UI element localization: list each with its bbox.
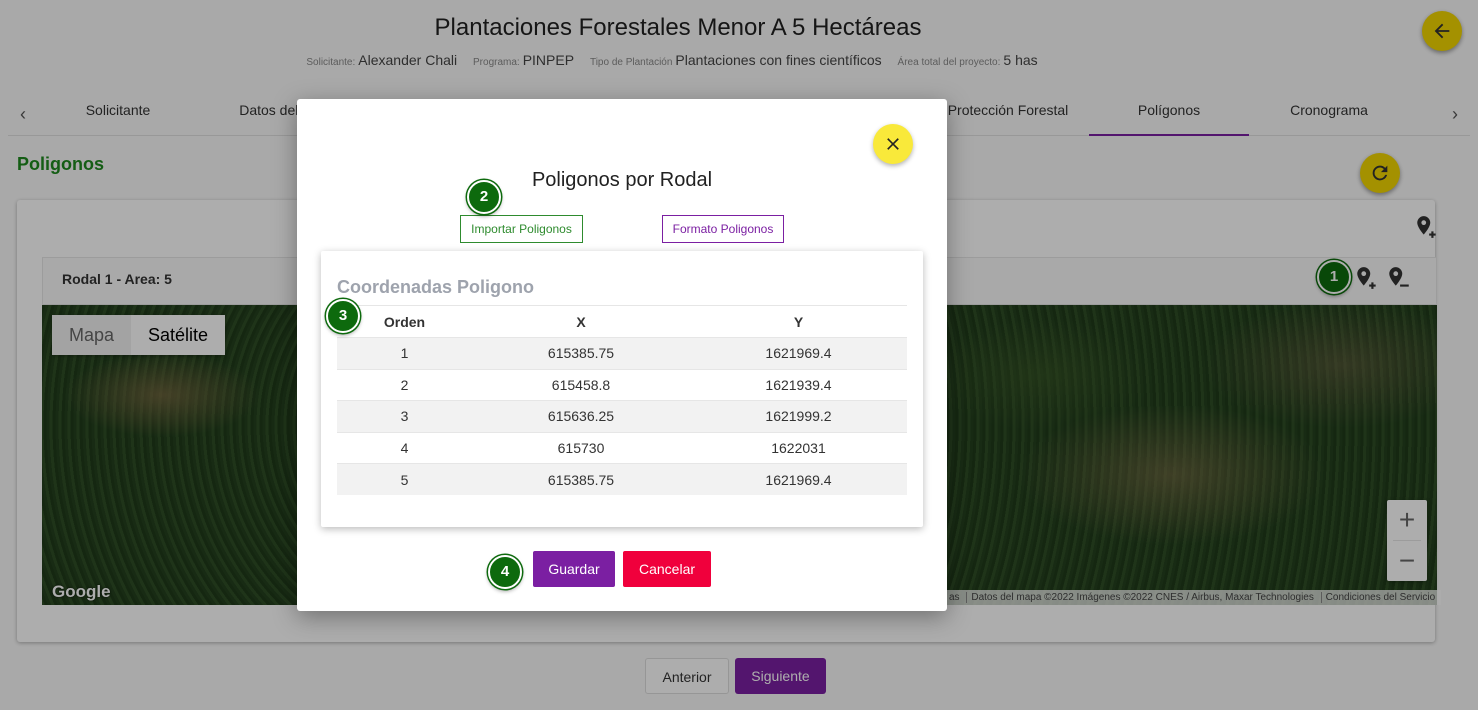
cell-x: 615730	[472, 431, 690, 464]
step-badge-2: 2	[467, 180, 501, 214]
cancel-button[interactable]: Cancelar	[623, 551, 711, 587]
cell-x: 615636.25	[472, 400, 690, 432]
cell-x: 615458.8	[472, 368, 690, 401]
cell-orden: 3	[337, 400, 472, 432]
close-icon	[887, 138, 899, 150]
cell-y: 1621939.4	[690, 368, 907, 401]
close-button[interactable]	[873, 124, 913, 164]
cell-x: 615385.75	[472, 337, 690, 369]
table-row: 4 615730 1622031	[337, 431, 907, 464]
coordinates-card: Coordenadas Poligono Orden X Y 1 615385.…	[321, 251, 923, 527]
cell-y: 1621969.4	[690, 463, 907, 495]
import-polygons-button[interactable]: Importar Poligonos	[460, 215, 583, 243]
cell-x: 615385.75	[472, 463, 690, 495]
cell-orden: 2	[337, 368, 472, 401]
step-badge-4: 4	[488, 555, 522, 589]
column-header-x: X	[472, 305, 690, 338]
polygon-format-button[interactable]: Formato Poligonos	[662, 215, 784, 243]
cell-y: 1622031	[690, 431, 907, 464]
step-badge-3: 3	[326, 299, 360, 333]
coordinates-title: Coordenadas Poligono	[337, 277, 535, 297]
save-button[interactable]: Guardar	[533, 551, 615, 587]
table-header-row: Orden X Y	[337, 305, 907, 338]
table-row: 2 615458.8 1621939.4	[337, 368, 907, 401]
column-header-y: Y	[690, 305, 907, 338]
cell-y: 1621999.2	[690, 400, 907, 432]
polygons-modal: Poligonos por Rodal Importar Poligonos F…	[297, 99, 947, 611]
cell-orden: 5	[337, 463, 472, 495]
table-row: 3 615636.25 1621999.2	[337, 400, 907, 432]
table-row: 5 615385.75 1621969.4	[337, 463, 907, 495]
coordinates-table: Orden X Y 1 615385.75 1621969.4 2 615458…	[337, 305, 907, 495]
cell-orden: 4	[337, 431, 472, 464]
cell-y: 1621969.4	[690, 337, 907, 369]
modal-title: Poligonos por Rodal	[531, 169, 713, 191]
cell-orden: 1	[337, 337, 472, 369]
table-row: 1 615385.75 1621969.4	[337, 337, 907, 369]
